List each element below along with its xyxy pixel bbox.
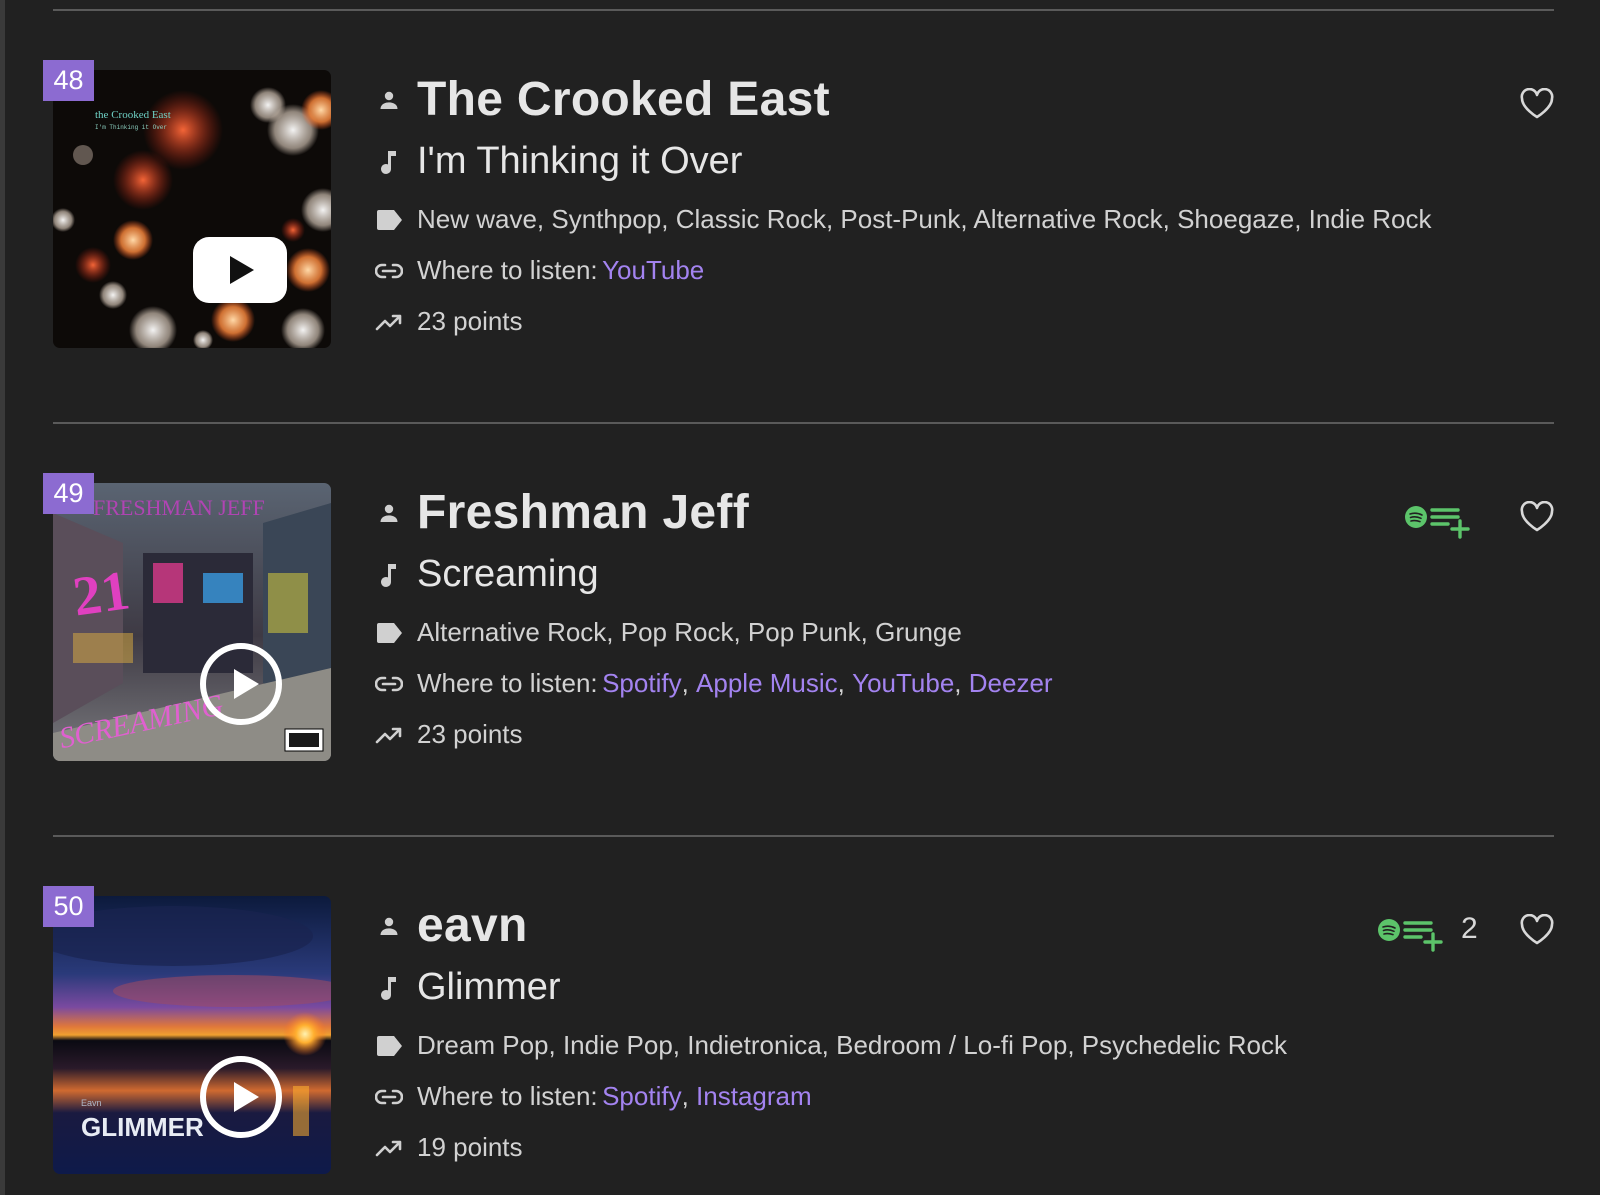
points-row: 23 points	[375, 306, 523, 337]
music-note-icon	[375, 561, 403, 589]
rank-badge: 50	[43, 886, 94, 927]
points-value: 19 points	[417, 1132, 523, 1162]
genre-row: Dream Pop, Indie Pop, Indietronica, Bedr…	[375, 1030, 1287, 1061]
link-apple-music[interactable]: Apple Music	[696, 668, 838, 699]
listen-label: Where to listen:	[417, 668, 598, 698]
link-instagram[interactable]: Instagram	[696, 1081, 812, 1112]
listen-row: Where to listen: Spotify, Apple Music, Y…	[375, 668, 1053, 699]
cover-art-image: the Crooked East I'm Thinking it Over	[53, 70, 331, 348]
ranking-list: 48 the Crooked East I'm Thinking it Over…	[0, 0, 1600, 1195]
cover-art-image: 21 FRESHMAN JEFF SCREAMING	[53, 483, 331, 761]
listen-row: Where to listen: YouTube	[375, 255, 704, 286]
points-row: 23 points	[375, 719, 523, 750]
spotify-playlist-add-icon[interactable]	[1405, 505, 1475, 544]
song-row: Glimmer	[375, 966, 561, 1009]
cover-art-video-thumbnail[interactable]: Eavn GLIMMER	[53, 896, 331, 1174]
list-item: 49 21 FRESHMAN JEFF SCREAMING Freshman J…	[5, 423, 1600, 761]
link-deezer[interactable]: Deezer	[969, 668, 1053, 699]
artist-row: The Crooked East	[375, 72, 830, 127]
list-item: 48 the Crooked East I'm Thinking it Over…	[5, 10, 1600, 348]
youtube-play-button[interactable]	[193, 237, 287, 303]
heart-icon[interactable]	[1519, 913, 1555, 951]
listen-label: Where to listen:	[417, 255, 598, 285]
link-spotify[interactable]: Spotify	[602, 1081, 682, 1112]
trending-up-icon	[375, 1134, 403, 1162]
person-icon	[375, 86, 403, 114]
song-title[interactable]: Glimmer	[417, 966, 561, 1009]
genre-list: New wave, Synthpop, Classic Rock, Post-P…	[417, 204, 1432, 234]
cover-artist-text: Eavn	[81, 1098, 102, 1108]
artist-row: Freshman Jeff	[375, 485, 749, 540]
song-title[interactable]: Screaming	[417, 553, 599, 596]
link-spotify[interactable]: Spotify	[602, 668, 682, 699]
listen-row: Where to listen: Spotify, Instagram	[375, 1081, 812, 1112]
trending-up-icon	[375, 308, 403, 336]
artist-name[interactable]: eavn	[417, 898, 528, 953]
artist-row: eavn	[375, 898, 528, 953]
list-item: 50 Eavn GLIMMER eavn Glimmer Dream Pop, …	[5, 836, 1600, 1174]
heart-icon[interactable]	[1519, 87, 1555, 125]
link-icon	[375, 1083, 403, 1111]
spotify-playlist-add-icon[interactable]	[1378, 918, 1448, 957]
rank-badge: 48	[43, 60, 94, 101]
points-value: 23 points	[417, 306, 523, 336]
genre-list: Alternative Rock, Pop Rock, Pop Punk, Gr…	[417, 617, 962, 647]
like-count: 2	[1461, 912, 1478, 945]
genre-row: New wave, Synthpop, Classic Rock, Post-P…	[375, 204, 1431, 235]
tag-icon	[375, 1032, 403, 1060]
tag-icon	[375, 619, 403, 647]
music-note-icon	[375, 148, 403, 176]
points-row: 19 points	[375, 1132, 523, 1163]
cover-title-text: GLIMMER	[81, 1112, 204, 1142]
cover-number-text: 21	[69, 559, 133, 628]
artist-name[interactable]: Freshman Jeff	[417, 485, 749, 540]
music-note-icon	[375, 974, 403, 1002]
play-button[interactable]	[200, 643, 282, 725]
play-button[interactable]	[200, 1056, 282, 1138]
rank-badge: 49	[43, 473, 94, 514]
link-icon	[375, 670, 403, 698]
cover-art-image: Eavn GLIMMER	[53, 896, 331, 1174]
genre-list: Dream Pop, Indie Pop, Indietronica, Bedr…	[417, 1030, 1287, 1060]
artist-name[interactable]: The Crooked East	[417, 72, 830, 127]
listen-label: Where to listen:	[417, 1081, 598, 1111]
cover-art-video-thumbnail[interactable]: 21 FRESHMAN JEFF SCREAMING	[53, 483, 331, 761]
cover-subtitle-text: I'm Thinking it Over	[95, 124, 167, 131]
song-row: Screaming	[375, 553, 599, 596]
points-value: 23 points	[417, 719, 523, 749]
song-row: I'm Thinking it Over	[375, 140, 742, 183]
trending-up-icon	[375, 721, 403, 749]
link-youtube[interactable]: YouTube	[602, 255, 704, 286]
link-youtube[interactable]: YouTube	[852, 668, 954, 699]
person-icon	[375, 499, 403, 527]
tag-icon	[375, 206, 403, 234]
genre-row: Alternative Rock, Pop Rock, Pop Punk, Gr…	[375, 617, 962, 648]
link-icon	[375, 257, 403, 285]
cover-title-text: the Crooked East	[95, 109, 171, 121]
person-icon	[375, 912, 403, 940]
cover-title-text: FRESHMAN JEFF	[93, 495, 265, 520]
song-title[interactable]: I'm Thinking it Over	[417, 140, 742, 183]
cover-art-video-thumbnail[interactable]: the Crooked East I'm Thinking it Over	[53, 70, 331, 348]
heart-icon[interactable]	[1519, 500, 1555, 538]
